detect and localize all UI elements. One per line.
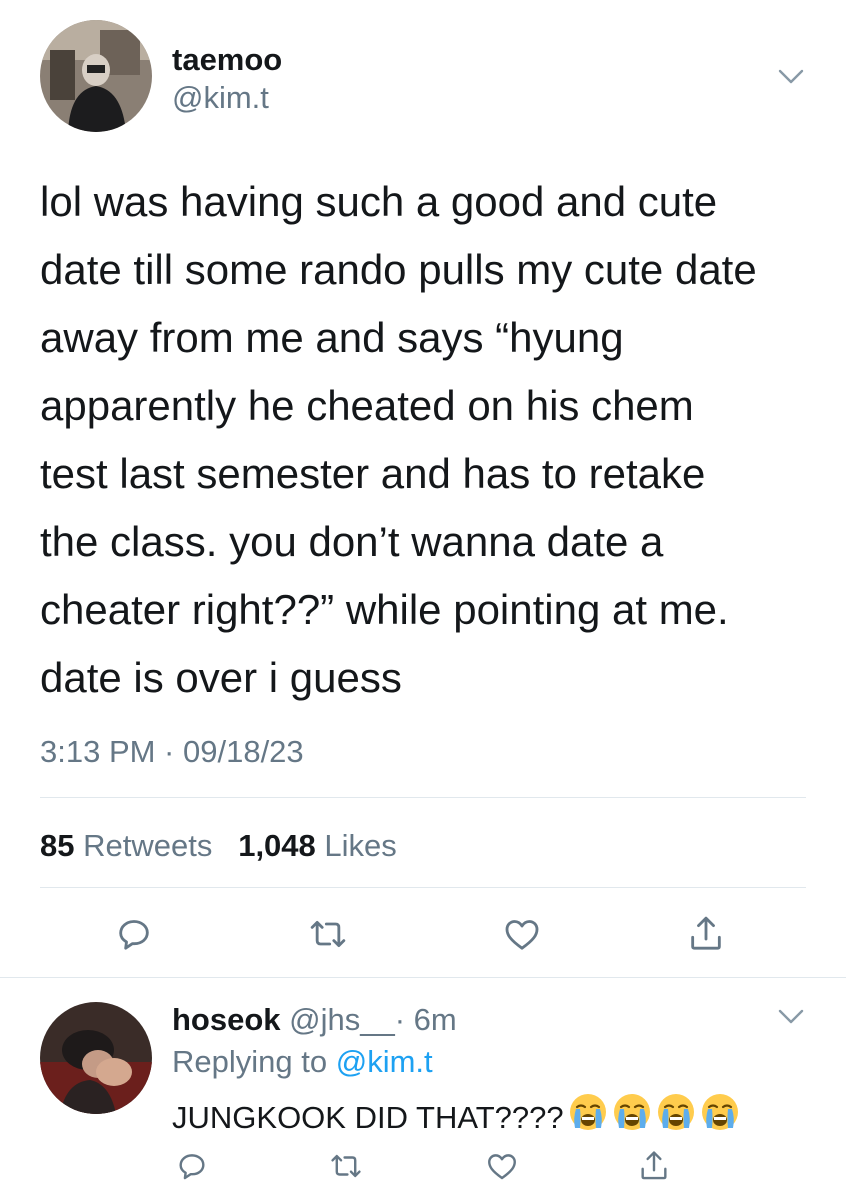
likes-label: Likes bbox=[324, 828, 397, 863]
reply-header: hoseok @jhs__· 6m bbox=[172, 1000, 457, 1040]
replying-to: Replying to @kim.t bbox=[172, 1042, 433, 1082]
reply-retweet-icon[interactable] bbox=[326, 1146, 366, 1186]
likes-count: 1,048 bbox=[238, 828, 316, 863]
retweets-count: 85 bbox=[40, 828, 75, 863]
tweet-timestamp[interactable]: 3:13 PM · 09/18/23 bbox=[40, 732, 304, 772]
reply-handle[interactable]: @jhs__ bbox=[289, 1002, 395, 1037]
reply-text: JUNGKOOK DID THAT???? bbox=[172, 1092, 740, 1144]
loudly-crying-face-icon bbox=[612, 1092, 652, 1144]
reply-reply-icon[interactable] bbox=[172, 1146, 212, 1186]
reply-share-icon[interactable] bbox=[634, 1146, 674, 1186]
loudly-crying-face-icon bbox=[656, 1092, 696, 1144]
retweet-icon[interactable] bbox=[306, 912, 350, 956]
tweet-text-line: test last semester and has to retake bbox=[40, 450, 706, 497]
reply-icon[interactable] bbox=[112, 912, 156, 956]
avatar-hoseok[interactable] bbox=[40, 1002, 152, 1114]
tweet-text-line: date is over i guess bbox=[40, 654, 402, 701]
reply-display-name[interactable]: hoseok bbox=[172, 1002, 281, 1037]
tweet-text-line: the class. you don’t wanna date a bbox=[40, 518, 664, 565]
likes-stat[interactable]: 1,048 Likes bbox=[238, 828, 397, 863]
loudly-crying-face-icon bbox=[568, 1092, 608, 1144]
tweet-text-line: away from me and says “hyung bbox=[40, 314, 624, 361]
reply-time[interactable]: · 6m bbox=[395, 1002, 457, 1037]
divider bbox=[40, 887, 806, 888]
retweets-label: Retweets bbox=[83, 828, 213, 863]
tweet-display-name[interactable]: taemoo bbox=[172, 42, 282, 78]
reply-like-icon[interactable] bbox=[482, 1146, 522, 1186]
divider bbox=[40, 797, 806, 798]
tweet-text-line: lol was having such a good and cute bbox=[40, 178, 718, 225]
tweet-text: lol was having such a good and cute date… bbox=[40, 168, 757, 712]
reply-chevron-down-icon[interactable] bbox=[776, 1004, 806, 1030]
tweet-text-line: cheater right??” while pointing at me. bbox=[40, 586, 729, 633]
like-icon[interactable] bbox=[500, 912, 544, 956]
retweets-stat[interactable]: 85 Retweets bbox=[40, 828, 221, 863]
replying-to-handle[interactable]: @kim.t bbox=[336, 1044, 433, 1079]
reply-emoji-row bbox=[564, 1092, 740, 1144]
tweet-text-line: apparently he cheated on his chem bbox=[40, 382, 694, 429]
chevron-down-icon[interactable] bbox=[776, 64, 806, 90]
loudly-crying-face-icon bbox=[700, 1092, 740, 1144]
replying-to-prefix: Replying to bbox=[172, 1044, 328, 1079]
tweet-stats: 85 Retweets 1,048 Likes bbox=[40, 826, 397, 866]
tweet-handle[interactable]: @kim.t bbox=[172, 80, 269, 116]
reply-text-content: JUNGKOOK DID THAT???? bbox=[172, 1100, 564, 1135]
divider bbox=[0, 977, 846, 978]
tweet-text-line: date till some rando pulls my cute date bbox=[40, 246, 757, 293]
avatar-taemoo[interactable] bbox=[40, 20, 152, 132]
share-icon[interactable] bbox=[684, 912, 728, 956]
